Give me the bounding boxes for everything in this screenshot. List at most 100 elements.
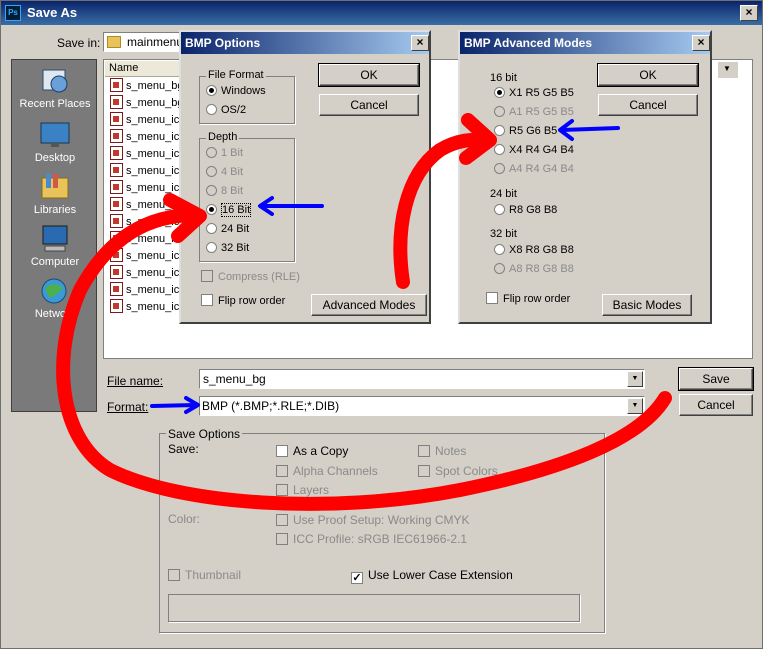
place-network[interactable]: Network	[12, 276, 98, 320]
thumbnail-checkbox[interactable]: Thumbnail	[168, 568, 241, 582]
format-dropdown[interactable]: BMP (*.BMP;*.RLE;*.DIB) ▼	[199, 396, 645, 416]
place-desktop[interactable]: Desktop	[12, 120, 98, 164]
file-name-input[interactable]: s_menu_bg ▼	[199, 369, 645, 389]
file-row[interactable]: s_menu_ic	[110, 112, 179, 128]
places-bar: Recent Places Desktop Libraries Computer…	[11, 59, 97, 412]
alpha-channels-checkbox[interactable]: Alpha Channels	[276, 464, 378, 478]
depth-radio-32-bit[interactable]: 32 Bit	[206, 242, 249, 254]
mode-radio-x1-r5-g5-b5[interactable]: X1 R5 G5 B5	[494, 87, 574, 99]
group-32-bit-label: 32 bit	[490, 228, 517, 240]
bmp-file-icon	[110, 112, 123, 126]
bmp-file-icon	[110, 146, 123, 160]
advanced-ok-button[interactable]: OK	[597, 63, 699, 87]
advanced-flip-row-order-checkbox[interactable]: Flip row order	[486, 292, 570, 305]
recent-places-icon	[39, 66, 71, 96]
place-libraries[interactable]: Libraries	[12, 172, 98, 216]
close-icon[interactable]: ×	[692, 35, 710, 51]
notes-checkbox[interactable]: Notes	[418, 444, 466, 458]
layers-checkbox[interactable]: Layers	[276, 483, 329, 497]
flip-row-order-checkbox[interactable]: Flip row order	[201, 294, 285, 307]
window-title: Save As	[27, 5, 78, 20]
color-label: Color:	[168, 512, 201, 526]
bmp-file-icon	[110, 180, 123, 194]
mode-radio-x8-r8-g8-b8[interactable]: X8 R8 G8 B8	[494, 244, 574, 256]
advanced-modes-button[interactable]: Advanced Modes	[311, 294, 427, 316]
group-16-bit-label: 16 bit	[490, 72, 517, 84]
file-row[interactable]: s_menu_ic	[110, 282, 179, 298]
chevron-down-icon[interactable]: ▼	[627, 398, 643, 414]
advanced-cancel-button[interactable]: Cancel	[598, 94, 698, 116]
file-row[interactable]: s_menu_ic	[110, 265, 179, 281]
close-icon[interactable]: ×	[411, 35, 429, 51]
bmp-file-icon	[110, 129, 123, 143]
mode-radio-a4-r4-g4-b4[interactable]: A4 R4 G4 B4	[494, 163, 574, 175]
file-name-value: s_menu_bg	[203, 372, 266, 386]
place-recent-places[interactable]: Recent Places	[12, 66, 98, 110]
depth-radio-1-bit[interactable]: 1 Bit	[206, 147, 243, 159]
save-options-title: Save Options	[166, 427, 243, 441]
file-row[interactable]: s_menu_ic	[110, 146, 179, 162]
mode-radio-a1-r5-g5-b5[interactable]: A1 R5 G5 B5	[494, 106, 574, 118]
file-row[interactable]: s_menu_ic	[110, 197, 179, 213]
file-row[interactable]: s_menu_bg	[110, 95, 184, 111]
libraries-icon	[39, 172, 71, 202]
place-computer[interactable]: Computer	[12, 224, 98, 268]
mode-radio-r8-g8-b8[interactable]: R8 G8 B8	[494, 204, 557, 216]
file-row[interactable]: s_menu_ic	[110, 299, 179, 315]
use-lower-case-extension-checkbox[interactable]: ✓ Use Lower Case Extension	[351, 568, 513, 584]
file-format-group: File Format Windows OS/2	[199, 69, 295, 124]
file-row[interactable]: s_menu_ic	[110, 248, 179, 264]
bmp-options-title-bar: BMP Options	[181, 32, 429, 54]
mode-radio-x4-r4-g4-b4[interactable]: X4 R4 G4 B4	[494, 144, 574, 156]
close-window-button[interactable]: ×	[740, 5, 758, 21]
basic-modes-button[interactable]: Basic Modes	[602, 294, 692, 316]
spot-colors-checkbox[interactable]: Spot Colors	[418, 464, 498, 478]
desktop-icon	[39, 120, 71, 150]
depth-radio-16-bit[interactable]: 16 Bit	[206, 203, 252, 217]
use-proof-setup-checkbox[interactable]: Use Proof Setup: Working CMYK	[276, 513, 470, 527]
bmp-file-icon	[110, 248, 123, 262]
format-label: Format:	[107, 400, 149, 414]
bmp-ok-button[interactable]: OK	[318, 63, 420, 87]
bmp-file-icon	[110, 299, 123, 313]
depth-group: Depth 1 Bit 4 Bit 8 Bit 16 Bit 24 Bit 32 Bit	[199, 131, 295, 262]
network-icon	[39, 276, 71, 306]
save-button[interactable]: Save	[678, 367, 754, 391]
file-row[interactable]: s_menu_ic	[110, 231, 179, 247]
title-bar: Ps Save As ×	[1, 1, 762, 25]
bmp-advanced-modes-dialog: BMP Advanced Modes × 16 bit X1 R5 G5 B5 A…	[458, 30, 712, 324]
mode-radio-r5-g6-b5[interactable]: R5 G6 B5	[494, 125, 557, 137]
icc-profile-checkbox[interactable]: ICC Profile: sRGB IEC61966-2.1	[276, 532, 467, 546]
cancel-button[interactable]: Cancel	[679, 394, 753, 416]
bmp-file-icon	[110, 78, 123, 92]
chevron-down-icon[interactable]: ▼	[627, 371, 643, 387]
depth-radio-8-bit[interactable]: 8 Bit	[206, 185, 243, 197]
mode-radio-a8-r8-g8-b8[interactable]: A8 R8 G8 B8	[494, 263, 574, 275]
bmp-file-icon	[110, 197, 123, 211]
windows-radio[interactable]: Windows	[206, 85, 266, 97]
os2-radio[interactable]: OS/2	[206, 104, 246, 116]
warning-box	[168, 594, 580, 622]
file-row[interactable]: s_menu_ic	[110, 180, 179, 196]
bmp-cancel-button[interactable]: Cancel	[319, 94, 419, 116]
file-row[interactable]: s_menu_ic	[110, 214, 179, 230]
format-value: BMP (*.BMP;*.RLE;*.DIB)	[202, 399, 340, 413]
folder-icon	[107, 36, 121, 48]
view-menu-button[interactable]: ▼	[718, 62, 738, 78]
file-row[interactable]: s_menu_ic	[110, 129, 179, 145]
computer-icon	[39, 224, 71, 254]
bmp-advanced-title-bar: BMP Advanced Modes	[460, 32, 710, 54]
save-label: Save:	[168, 442, 199, 456]
as-a-copy-checkbox[interactable]: As a Copy	[276, 444, 348, 458]
file-row[interactable]: s_menu_bg	[110, 78, 184, 94]
file-row[interactable]: s_menu_ic	[110, 163, 179, 179]
photoshop-icon: Ps	[5, 5, 21, 21]
compress-rle-checkbox[interactable]: Compress (RLE)	[201, 270, 300, 283]
bmp-options-dialog: BMP Options × File Format Windows OS/2 D…	[179, 30, 431, 324]
group-24-bit-label: 24 bit	[490, 188, 517, 200]
depth-radio-4-bit[interactable]: 4 Bit	[206, 166, 243, 178]
bmp-file-icon	[110, 265, 123, 279]
bmp-file-icon	[110, 231, 123, 245]
depth-radio-24-bit[interactable]: 24 Bit	[206, 223, 249, 235]
save-in-folder: mainmenu	[127, 35, 184, 49]
